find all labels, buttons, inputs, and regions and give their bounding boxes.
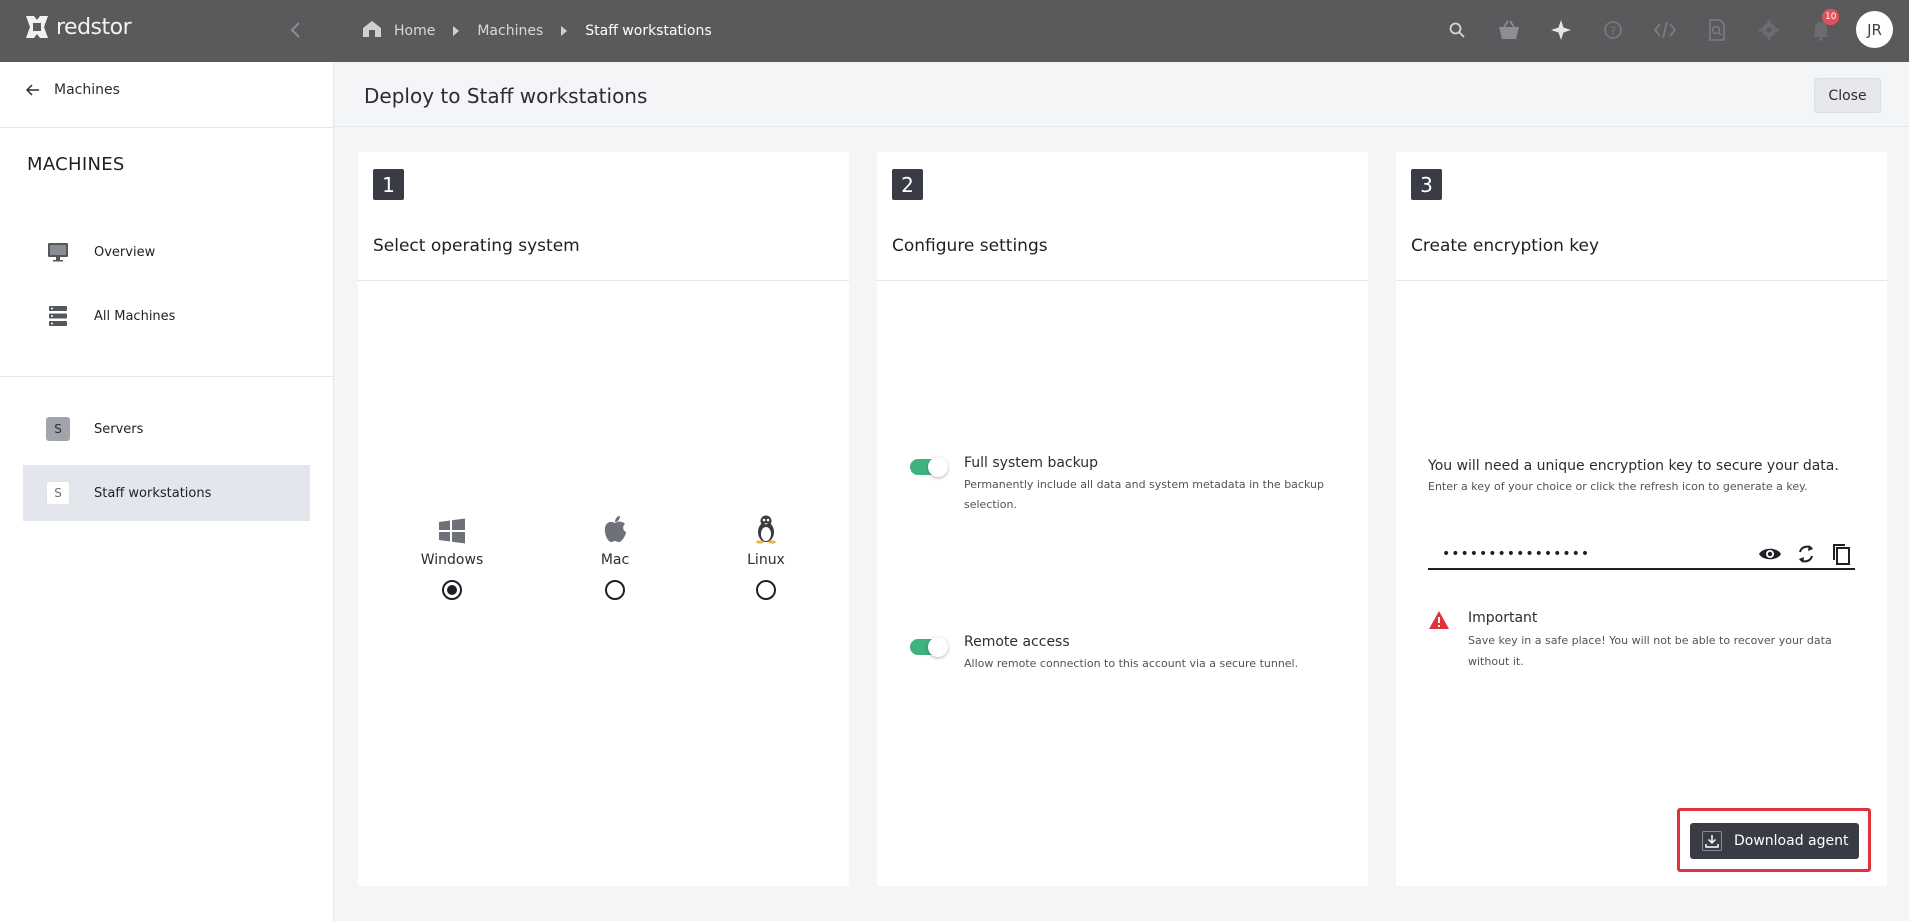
basket-icon[interactable] xyxy=(1496,17,1522,43)
help-icon[interactable]: ? xyxy=(1600,17,1626,43)
redstor-logo[interactable]: redstor xyxy=(24,14,132,40)
encryption-key-field xyxy=(1428,540,1855,570)
download-icon xyxy=(1702,831,1722,851)
windows-icon xyxy=(407,514,497,544)
os-option-linux[interactable]: Linux xyxy=(721,514,811,600)
code-icon[interactable] xyxy=(1652,17,1678,43)
step-title: Create encryption key xyxy=(1411,236,1600,256)
step-card-os: 1 Select operating system Windows Mac Li… xyxy=(358,152,849,886)
sidebar-item-label: Servers xyxy=(94,421,144,437)
sidebar-divider xyxy=(0,376,334,377)
sidebar-divider xyxy=(0,127,334,128)
card-divider xyxy=(877,280,1368,281)
os-label: Mac xyxy=(600,552,630,568)
full-system-backup-toggle[interactable] xyxy=(910,457,948,477)
sidebar-section-title: MACHINES xyxy=(27,154,125,175)
header-divider xyxy=(334,126,1909,127)
close-button[interactable]: Close xyxy=(1814,78,1881,113)
staff-workstations-letter-icon: S xyxy=(46,481,70,505)
svg-text:?: ? xyxy=(1610,25,1616,38)
linux-icon xyxy=(721,514,811,544)
important-title: Important xyxy=(1468,610,1538,626)
setting-title: Remote access xyxy=(964,634,1070,650)
copy-key-icon[interactable] xyxy=(1828,542,1854,566)
encryption-heading: You will need a unique encryption key to… xyxy=(1428,458,1839,474)
step-title: Configure settings xyxy=(892,236,1048,256)
sidebar-item-servers[interactable]: S Servers xyxy=(23,401,310,457)
mac-radio[interactable] xyxy=(605,580,625,600)
step-card-settings: 2 Configure settings Full system backup … xyxy=(877,152,1368,886)
collapse-sidebar-icon[interactable] xyxy=(284,18,308,42)
top-bar: redstor Home Machines Staff workstations… xyxy=(0,0,1909,62)
back-to-machines-link[interactable]: Machines xyxy=(26,82,120,98)
download-agent-label: Download agent xyxy=(1734,833,1849,849)
sidebar-item-overview[interactable]: Overview xyxy=(23,224,310,280)
os-option-mac[interactable]: Mac xyxy=(570,514,660,600)
back-label: Machines xyxy=(54,82,120,98)
setting-description: Allow remote connection to this account … xyxy=(964,657,1299,670)
sidebar-item-label: All Machines xyxy=(94,308,176,324)
breadcrumb-current: Staff workstations xyxy=(585,23,712,39)
step-number-badge: 3 xyxy=(1411,169,1442,200)
card-divider xyxy=(358,280,849,281)
breadcrumb-separator-icon xyxy=(453,26,460,36)
sparkle-icon[interactable] xyxy=(1548,17,1574,43)
monitor-icon xyxy=(46,240,70,264)
windows-radio[interactable] xyxy=(442,580,462,600)
home-icon[interactable] xyxy=(362,20,382,42)
download-agent-button[interactable]: Download agent xyxy=(1690,823,1859,859)
show-key-eye-icon[interactable] xyxy=(1757,542,1783,566)
page-title: Deploy to Staff workstations xyxy=(364,84,648,108)
step-number-badge: 1 xyxy=(373,169,404,200)
sidebar-item-all-machines[interactable]: All Machines xyxy=(23,288,310,344)
sidebar-item-label: Overview xyxy=(94,244,156,260)
servers-icon xyxy=(46,304,70,328)
back-arrow-icon xyxy=(26,84,39,96)
warning-triangle-icon xyxy=(1428,610,1450,634)
sidebar-item-label: Staff workstations xyxy=(94,485,212,501)
breadcrumb-home[interactable]: Home xyxy=(394,23,435,39)
breadcrumb: Home Machines Staff workstations xyxy=(362,20,712,42)
refresh-key-icon[interactable] xyxy=(1793,542,1819,566)
step-title: Select operating system xyxy=(373,236,580,256)
search-icon[interactable] xyxy=(1444,17,1470,43)
step-card-encryption: 3 Create encryption key You will need a … xyxy=(1396,152,1887,886)
apple-icon xyxy=(570,514,660,544)
os-label: Windows xyxy=(420,552,484,568)
user-avatar[interactable]: JR xyxy=(1856,11,1893,48)
breadcrumb-machines[interactable]: Machines xyxy=(477,23,543,39)
notification-count-badge: 10 xyxy=(1822,9,1840,25)
os-label: Linux xyxy=(747,552,785,568)
card-divider xyxy=(1396,280,1887,281)
os-option-windows[interactable]: Windows xyxy=(407,514,497,600)
important-description: Save key in a safe place! You will not b… xyxy=(1468,634,1832,668)
step-number-badge: 2 xyxy=(892,169,923,200)
redstor-logo-icon xyxy=(26,16,48,38)
settings-gear-icon[interactable] xyxy=(1756,17,1782,43)
encryption-key-input[interactable] xyxy=(1442,544,1742,564)
sidebar: Machines MACHINES Overview All Machines … xyxy=(0,62,334,921)
setting-title: Full system backup xyxy=(964,455,1099,471)
servers-letter-icon: S xyxy=(46,417,70,441)
linux-radio[interactable] xyxy=(756,580,776,600)
sidebar-item-staff-workstations[interactable]: S Staff workstations xyxy=(23,465,310,521)
setting-description: Permanently include all data and system … xyxy=(964,478,1324,511)
encryption-subheading: Enter a key of your choice or click the … xyxy=(1428,480,1808,493)
breadcrumb-separator-icon xyxy=(561,26,568,36)
brand-name: redstor xyxy=(56,14,132,40)
remote-access-toggle[interactable] xyxy=(910,637,948,657)
file-search-icon[interactable] xyxy=(1704,17,1730,43)
